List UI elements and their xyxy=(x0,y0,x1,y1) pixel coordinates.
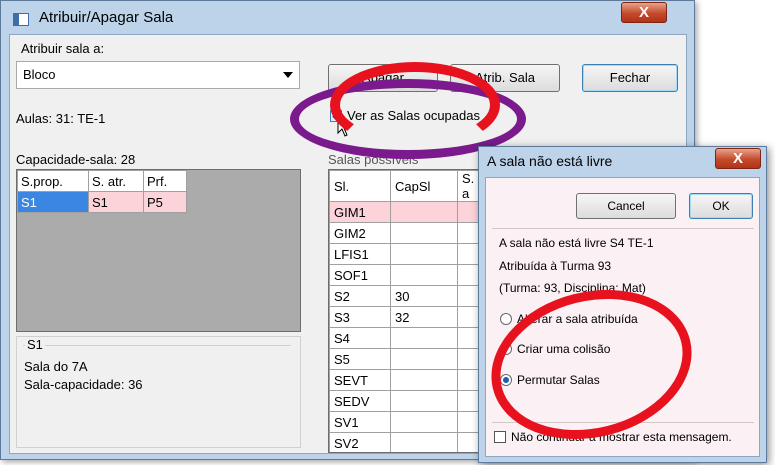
salas-atribuidas-grid[interactable]: S.prop. S. atr. Prf. S1 S1 P5 xyxy=(16,169,301,332)
dialog-message: A sala não está livre S4 TE-1 xyxy=(499,236,654,250)
table-cell[interactable]: P5 xyxy=(143,191,187,213)
close-icon[interactable]: X xyxy=(715,148,761,169)
col-header[interactable]: S. atr. xyxy=(88,170,144,192)
table-cell[interactable]: S1 xyxy=(88,191,144,213)
dialog-message: Atribuída à Turma 93 xyxy=(499,259,612,273)
combo-value: Bloco xyxy=(23,67,56,82)
table-cell[interactable]: GIM1 xyxy=(329,201,391,223)
table-row[interactable]: SV2 xyxy=(329,432,489,452)
table-cell[interactable]: LFIS1 xyxy=(329,243,391,265)
grid-header-row: S.prop. S. atr. Prf. xyxy=(17,170,187,192)
chevron-down-icon[interactable] xyxy=(283,72,293,78)
table-cell[interactable]: 30 xyxy=(390,285,458,307)
table-cell[interactable]: SEDV xyxy=(329,390,391,412)
table-cell[interactable]: S4 xyxy=(329,327,391,349)
table-row[interactable]: SEDV xyxy=(329,390,489,412)
fechar-button[interactable]: Fechar xyxy=(582,64,678,92)
table-cell[interactable]: 32 xyxy=(390,306,458,328)
table-cell[interactable] xyxy=(390,201,458,223)
table-cell[interactable]: GIM2 xyxy=(329,222,391,244)
col-header[interactable]: Prf. xyxy=(143,170,187,192)
info-title: S1 xyxy=(25,337,45,352)
atribuir-label: Atribuir sala a: xyxy=(21,41,105,56)
table-cell[interactable]: SEVT xyxy=(329,369,391,391)
aulas-text: Aulas: 31: TE-1 xyxy=(16,111,106,126)
col-header[interactable]: CapSl xyxy=(390,170,458,202)
table-cell[interactable] xyxy=(390,432,458,452)
table-row[interactable]: S5 xyxy=(329,348,489,370)
table-cell[interactable]: S5 xyxy=(329,348,391,370)
app-icon xyxy=(13,13,29,26)
table-cell[interactable] xyxy=(390,348,458,370)
table-cell[interactable] xyxy=(390,411,458,433)
table-cell[interactable]: SV1 xyxy=(329,411,391,433)
table-cell[interactable] xyxy=(390,222,458,244)
col-header[interactable]: S.prop. xyxy=(17,170,89,192)
info-line: Sala do 7A xyxy=(24,359,88,374)
close-icon[interactable]: X xyxy=(621,2,667,23)
table-row[interactable]: S4 xyxy=(329,327,489,349)
dont-show-checkbox[interactable] xyxy=(494,431,506,443)
table-row[interactable]: SV1 xyxy=(329,411,489,433)
col-header[interactable]: Sl. xyxy=(329,170,391,202)
grid-header-row: Sl. CapSl S. a xyxy=(329,170,489,202)
table-row[interactable]: S3 32 xyxy=(329,306,489,328)
info-line: Sala-capacidade: 36 xyxy=(24,377,143,392)
info-panel: S1 Sala do 7A Sala-capacidade: 36 xyxy=(16,336,301,448)
ok-button[interactable]: OK xyxy=(689,193,753,219)
table-cell[interactable]: S2 xyxy=(329,285,391,307)
table-row[interactable]: S1 S1 P5 xyxy=(17,191,187,213)
title-bar[interactable]: Atribuir/Apagar Sala X xyxy=(1,1,694,34)
table-cell[interactable]: SOF1 xyxy=(329,264,391,286)
table-row[interactable]: GIM1 xyxy=(329,201,489,223)
cancel-button[interactable]: Cancel xyxy=(576,193,676,219)
table-cell[interactable] xyxy=(390,327,458,349)
bloco-combo[interactable]: Bloco xyxy=(16,61,300,89)
table-cell[interactable]: S3 xyxy=(329,306,391,328)
table-row[interactable]: LFIS1 xyxy=(329,243,489,265)
red-annotation-ellipse-top xyxy=(330,62,500,148)
table-row[interactable]: SOF1 xyxy=(329,264,489,286)
table-cell[interactable] xyxy=(390,390,458,412)
capacidade-label: Capacidade-sala: 28 xyxy=(16,152,136,167)
window-title: Atribuir/Apagar Sala xyxy=(39,9,174,26)
table-cell[interactable]: S1 xyxy=(17,191,89,213)
table-cell[interactable] xyxy=(390,369,458,391)
salas-possiveis-grid[interactable]: Sl. CapSl S. a GIM1 GIM2 LFIS1 SOF1 S2 30 S3 32… xyxy=(328,169,490,453)
table-row[interactable]: S2 30 xyxy=(329,285,489,307)
table-cell[interactable] xyxy=(390,264,458,286)
radio-button[interactable] xyxy=(500,313,512,325)
table-cell[interactable] xyxy=(390,243,458,265)
table-row[interactable]: GIM2 xyxy=(329,222,489,244)
dialog-title: A sala não está livre xyxy=(487,153,613,169)
table-row[interactable]: SEVT xyxy=(329,369,489,391)
table-cell[interactable]: SV2 xyxy=(329,432,391,452)
